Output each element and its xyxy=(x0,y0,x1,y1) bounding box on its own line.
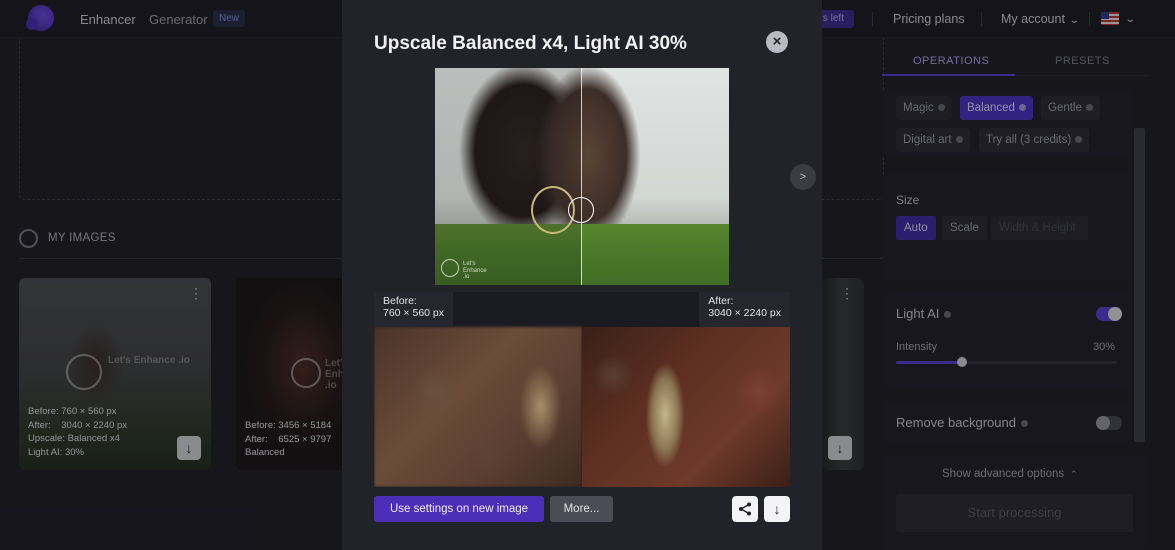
before-zoom-crop xyxy=(374,327,582,487)
before-after-preview[interactable]: Let's Enhance .io xyxy=(435,68,729,285)
preview-watermark-text: Let's Enhance .io xyxy=(463,261,487,280)
next-image-button[interactable]: > xyxy=(790,164,816,190)
close-icon[interactable]: × xyxy=(766,31,788,53)
watermark-logo-icon xyxy=(441,259,459,277)
before-size-label: Before: 760 × 560 px xyxy=(374,292,454,327)
more-button[interactable]: More... xyxy=(550,496,613,522)
preview-modal: Upscale Balanced x4, Light AI 30% × Let'… xyxy=(342,0,822,550)
modal-title: Upscale Balanced x4, Light AI 30% xyxy=(374,33,687,54)
download-icon[interactable]: ↓ xyxy=(764,496,790,522)
share-icon[interactable] xyxy=(732,496,758,522)
use-settings-button[interactable]: Use settings on new image xyxy=(374,496,544,522)
after-size-label: After: 3040 × 2240 px xyxy=(699,292,790,327)
zoom-comparison: Before: 760 × 560 px After: 3040 × 2240 … xyxy=(374,292,790,487)
before-side xyxy=(435,68,581,285)
after-zoom-crop xyxy=(582,327,790,487)
compare-handle-icon[interactable] xyxy=(568,197,594,223)
compare-divider xyxy=(581,68,582,285)
